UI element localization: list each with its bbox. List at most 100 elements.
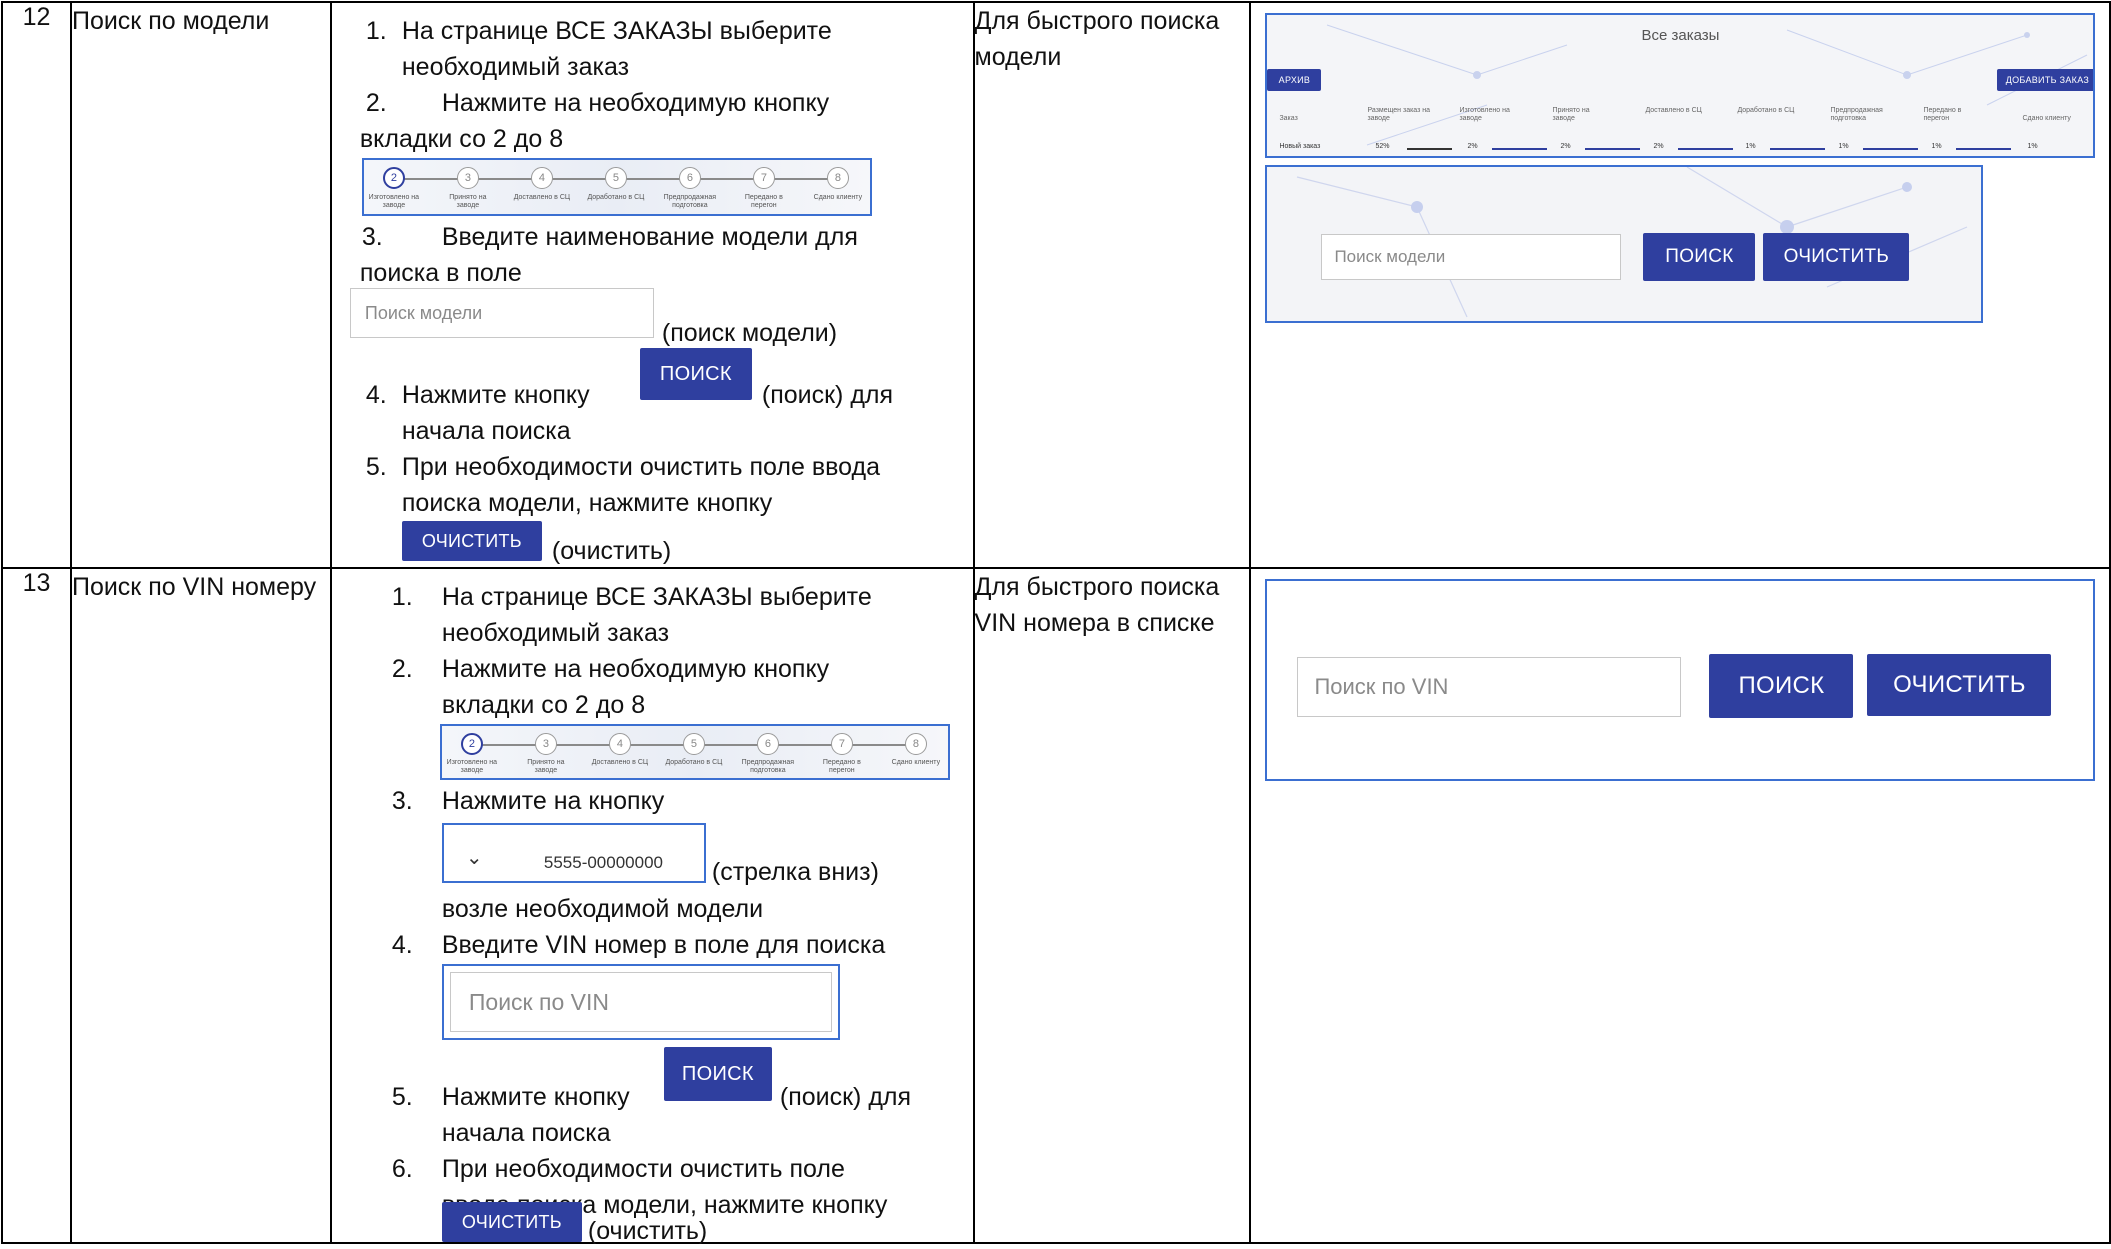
step-marker: 4. (365, 381, 387, 409)
step-label: Доработано в СЦ (665, 759, 723, 766)
search-button-image[interactable]: ПОИСК (663, 1047, 772, 1101)
step-label: Предпродажная подготовка (663, 194, 717, 209)
order-cell: 2% (1653, 143, 1664, 150)
step-circle-8[interactable]: 8 (826, 167, 849, 189)
step-circle-6[interactable]: 6 (756, 733, 779, 755)
step-text: (очистить) (587, 1217, 708, 1245)
model-search-screenshot: Поиск модели ПОИСК ОЧИСТИТЬ (1265, 165, 1984, 323)
column-header: Сдано клиенту (2022, 115, 2071, 122)
order-cell: 2% (1560, 143, 1571, 150)
step-text: начала поиска (401, 417, 571, 445)
vin-search-image: Поиск по VIN (441, 964, 840, 1040)
step-text: возле необходимой модели (441, 895, 764, 923)
step-marker: 3. (391, 787, 413, 815)
purpose-cell: Для быстрого поиска модели (972, 1, 1252, 569)
step-label: Передано в перегон (822, 759, 861, 774)
order-cell: 1% (1745, 143, 1756, 150)
order-cell: 1% (1838, 143, 1849, 150)
step-circle-5[interactable]: 5 (604, 167, 627, 189)
clear-button-image[interactable]: ОЧИСТИТЬ (441, 1202, 582, 1242)
vin-search-input[interactable]: Поиск по VIN (449, 972, 832, 1032)
step-label: Изготовлено на заводе (446, 759, 498, 774)
step-label: Изготовлено на заводе (368, 194, 420, 209)
step-circle-6[interactable]: 6 (678, 167, 701, 189)
step-circle-3[interactable]: 3 (456, 167, 479, 189)
step-marker: 2. (365, 89, 387, 117)
step-circle-3[interactable]: 3 (534, 733, 557, 755)
search-button[interactable]: ПОИСК (1643, 233, 1756, 281)
step-text: Нажмите на необходимую кнопку (441, 655, 830, 683)
step-label: Предпродажная подготовка (741, 759, 795, 774)
column-header: Изготовлено на заводе (1459, 107, 1510, 122)
progress-line (1956, 148, 2012, 150)
model-dropdown-row-image[interactable]: ⌄ 5555-00000000 (441, 823, 706, 883)
step-marker: 1. (391, 583, 413, 611)
order-cell: 52% (1375, 143, 1390, 150)
step-text: (стрелка вниз) (711, 858, 879, 886)
step-circle-5[interactable]: 5 (682, 733, 705, 755)
column-header: Размещен заказ на заводе (1367, 107, 1431, 122)
vin-search-input[interactable]: Поиск по VIN (1297, 657, 1682, 717)
steps-cell: 1. На странице ВСЕ ЗАКАЗЫ выберите необх… (329, 567, 975, 1245)
step-circle-7[interactable]: 7 (752, 167, 775, 189)
row-number: 13 (1, 567, 72, 1244)
step-marker: 6. (391, 1155, 413, 1183)
step-circle-7[interactable]: 7 (830, 733, 853, 755)
step-text: необходимый заказ (441, 619, 670, 647)
clear-button[interactable]: ОЧИСТИТЬ (1763, 233, 1910, 281)
search-button-image[interactable]: ПОИСК (639, 348, 752, 400)
step-label: Сдано клиенту (813, 194, 863, 201)
order-cell: 1% (2027, 143, 2038, 150)
step-text: начала поиска (441, 1119, 611, 1147)
steps-cell: 1. На странице ВСЕ ЗАКАЗЫ выберите необх… (329, 1, 975, 569)
all-orders-screenshot: Все заказы АРХИВ ДОБАВИТЬ ЗАКАЗ Заказ Ра… (1265, 13, 2096, 158)
column-header: Доставлено в СЦ (1645, 107, 1702, 114)
step-circle-8[interactable]: 8 (904, 733, 927, 755)
input-placeholder: Поиск модели (1334, 247, 1446, 266)
clear-button[interactable]: ОЧИСТИТЬ (1867, 654, 2052, 716)
step-label: Доставлено в СЦ (591, 759, 649, 766)
column-header: Заказ (1279, 115, 1298, 122)
model-search-input[interactable]: Поиск модели (1321, 234, 1622, 280)
order-row-name[interactable]: Новый заказ (1279, 143, 1320, 150)
step-text: При необходимости очистить поле (441, 1155, 845, 1183)
progress-steps-image: 2 3 4 5 6 7 8 Изготовлено на заводе Прин… (439, 724, 950, 780)
step-text: (поиск модели) (661, 319, 838, 347)
step-marker: 2. (391, 655, 413, 683)
search-button[interactable]: ПОИСК (1709, 654, 1854, 718)
step-label: Доставлено в СЦ (513, 194, 571, 201)
chevron-down-icon[interactable]: ⌄ (466, 840, 483, 876)
step-text: Введите VIN номер в поле для поиска (441, 931, 886, 959)
column-header: Передано в перегон (1923, 107, 1962, 122)
add-order-button[interactable]: ДОБАВИТЬ ЗАКАЗ (1997, 69, 2094, 91)
step-circle-4[interactable]: 4 (608, 733, 631, 755)
order-cell: 2% (1467, 143, 1478, 150)
step-text: Нажмите кнопку (441, 1083, 630, 1111)
table-row-13: 13 Поиск по VIN номеру 1. На странице ВС… (1, 567, 2111, 1245)
purpose-cell: Для быстрого поиска VIN номера в списке (972, 567, 1252, 1244)
step-text: На странице ВСЕ ЗАКАЗЫ выберите (441, 583, 872, 611)
step-circle-4[interactable]: 4 (530, 167, 553, 189)
archive-button[interactable]: АРХИВ (1267, 69, 1322, 91)
step-circle-2[interactable]: 2 (382, 167, 405, 189)
step-marker: 1. (365, 17, 387, 45)
step-label: Принято на заводе (449, 194, 487, 209)
step-text: При необходимости очистить поле ввода (401, 453, 880, 481)
column-header: Принято на заводе (1552, 107, 1590, 122)
clear-button-image[interactable]: ОЧИСТИТЬ (401, 521, 542, 561)
step-text: поиска модели, нажмите кнопку (401, 489, 773, 517)
column-header: Доработано в СЦ (1737, 107, 1795, 114)
progress-steps-image: 2 3 4 5 6 7 8 Изготовлено на заводе Прин… (361, 158, 872, 216)
row-title: Поиск по модели (69, 1, 332, 569)
screenshot-cell: Все заказы АРХИВ ДОБАВИТЬ ЗАКАЗ Заказ Ра… (1249, 1, 2111, 569)
progress-line (1492, 148, 1548, 150)
order-cell: 1% (1931, 143, 1942, 150)
step-text: необходимый заказ (401, 53, 630, 81)
page-title: Все заказы (1641, 27, 1720, 44)
row-title: Поиск по VIN номеру (69, 567, 332, 1244)
progress-line (1678, 148, 1734, 150)
step-marker: 3. (361, 223, 383, 251)
step-text: Нажмите на кнопку (441, 787, 665, 815)
model-search-input-image[interactable]: Поиск модели (349, 288, 654, 338)
step-circle-2[interactable]: 2 (460, 733, 483, 755)
